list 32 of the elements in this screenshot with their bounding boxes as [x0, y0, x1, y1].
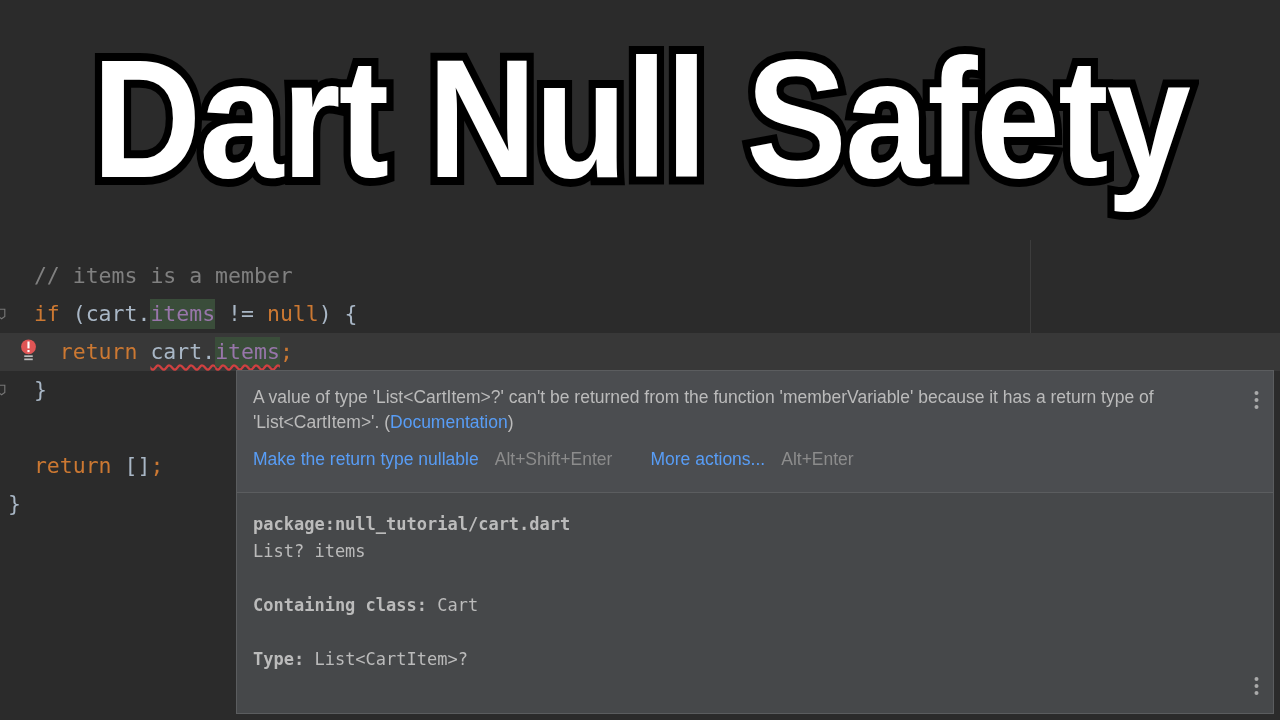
error-message: A value of type 'List<CartItem>?' can't be returned from the function 'memberVariable' because it has a return type of 'List<CartItem>'. (Documentation) [253, 386, 1155, 434]
fold-icon[interactable] [0, 306, 8, 322]
code-token: return [59, 338, 138, 366]
quick-fix-link[interactable]: Make the return type nullable [253, 449, 479, 470]
title-text: Dart Null Safety [90, 24, 1191, 216]
code-token: (cart. [72, 300, 151, 328]
code-token: items [215, 337, 280, 367]
fold-icon[interactable] [0, 382, 8, 398]
code-token: ) { [318, 300, 358, 328]
code-token: } [33, 376, 47, 404]
code-token: ; [279, 338, 293, 366]
code-token: // items is a member [33, 262, 293, 290]
code-token: ; [150, 452, 164, 480]
shortcut-hint: Alt+Enter [781, 449, 854, 470]
more-options-icon[interactable] [1254, 391, 1259, 409]
doc-text: List? items [253, 541, 366, 561]
code-token: } [8, 490, 21, 518]
quick-fix-link[interactable]: More actions... [650, 449, 766, 470]
code-token: [] [124, 452, 151, 480]
doc-text: Type: List<CartItem>? [253, 649, 468, 669]
doc-text: Containing class: Cart [253, 595, 479, 615]
code-token: cart. [150, 338, 216, 366]
code-token: if [33, 300, 60, 328]
code-token: items [150, 299, 216, 329]
code-token: null [266, 300, 319, 328]
more-options-icon[interactable] [1254, 677, 1259, 695]
documentation-link[interactable]: Documentation [390, 412, 508, 432]
code-token: != [228, 300, 254, 328]
doc-text: package:null_tutorial/cart.dart [253, 514, 571, 534]
shortcut-hint: Alt+Shift+Enter [494, 449, 613, 470]
code-token: return [33, 452, 112, 480]
error-bulb-icon[interactable] [20, 338, 37, 362]
